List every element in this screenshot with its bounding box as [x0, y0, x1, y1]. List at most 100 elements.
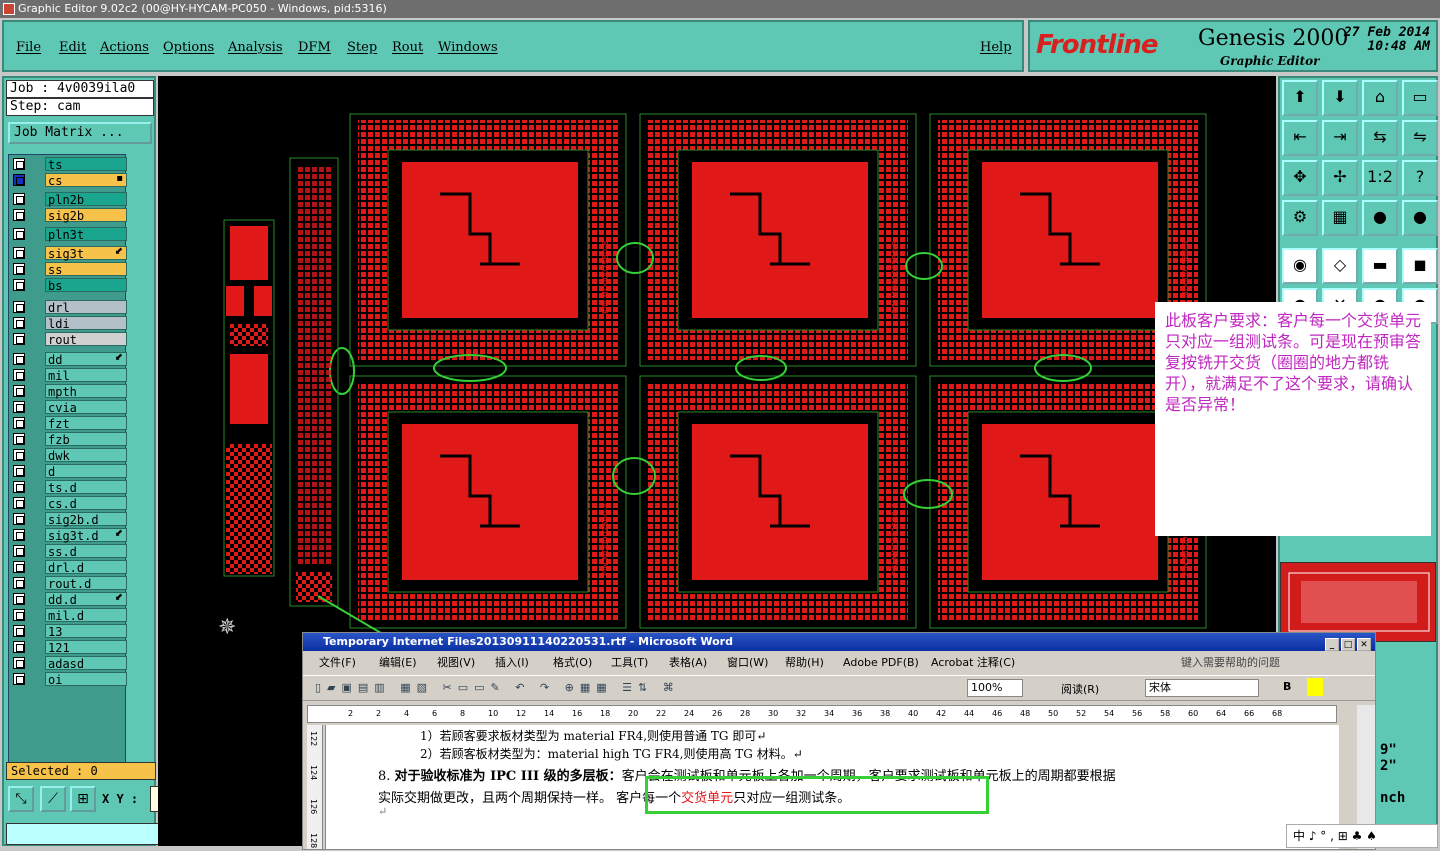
menu-step[interactable]: Step: [347, 40, 377, 55]
read-button[interactable]: 阅读(R): [1061, 681, 1099, 697]
left-icon[interactable]: ⇤: [1282, 120, 1318, 156]
word-menu-view[interactable]: 视图(V): [437, 653, 475, 673]
menu-edit[interactable]: Edit: [59, 40, 86, 55]
fit-icon[interactable]: ✥: [1282, 160, 1318, 196]
layer-name[interactable]: ldi: [45, 316, 127, 331]
layer-checkbox[interactable]: [13, 641, 25, 653]
menu-help[interactable]: Help: [980, 40, 1012, 55]
flip-icon[interactable]: ⇋: [1402, 120, 1438, 156]
close-button[interactable]: ✕: [1357, 638, 1371, 651]
menu-file[interactable]: File: [16, 40, 41, 55]
layer-name[interactable]: pln2b: [45, 192, 127, 207]
home-icon[interactable]: ⌂: [1362, 80, 1398, 116]
layer-name[interactable]: fzb: [45, 432, 127, 447]
layer-name[interactable]: ts.d: [45, 480, 127, 495]
layer-checkbox[interactable]: [13, 385, 25, 397]
word-menu-file[interactable]: 文件(F): [319, 653, 356, 673]
layer-name[interactable]: mil: [45, 368, 127, 383]
ruler-icon[interactable]: ▬: [1362, 248, 1398, 284]
settings-icon[interactable]: ⚙: [1282, 200, 1318, 236]
layer-name[interactable]: pln3t: [45, 227, 127, 242]
word-menu-window[interactable]: 窗口(W): [727, 653, 768, 673]
layer-checkbox[interactable]: [13, 593, 25, 605]
layer-checkbox[interactable]: [13, 228, 25, 240]
layer-row[interactable]: ldi: [11, 316, 127, 331]
layer-checkbox[interactable]: [13, 561, 25, 573]
layer-checkbox[interactable]: [13, 369, 25, 381]
job-matrix-button[interactable]: Job Matrix ...: [8, 122, 152, 144]
highlight-icon[interactable]: [1307, 678, 1323, 696]
open-up-icon[interactable]: ⬆: [1282, 80, 1318, 116]
layer-row[interactable]: ss: [11, 262, 127, 277]
layer-row[interactable]: fzt: [11, 416, 127, 431]
layer-name[interactable]: cs.d: [45, 496, 127, 511]
layer-row[interactable]: sig2b: [11, 208, 127, 223]
toolbar-icons[interactable]: ▯▰▣▤▥ ▦▧ ✂▭▭✎ ↶ ↷ ⊕▦▦ ☰⇅ ⌘: [315, 681, 680, 694]
layer-row[interactable]: sig3t.d ⬋: [11, 528, 127, 543]
layer-checkbox[interactable]: [13, 158, 25, 170]
layer-checkbox[interactable]: [13, 465, 25, 477]
fragment-3[interactable]: nch: [1380, 790, 1405, 806]
layer-name[interactable]: sig2b.d: [45, 512, 127, 527]
word-menu-edit[interactable]: 编辑(E): [379, 653, 417, 673]
layer-row[interactable]: mil.d: [11, 608, 127, 623]
layer-row[interactable]: 121: [11, 640, 127, 655]
layer-row[interactable]: 13: [11, 624, 127, 639]
layer-checkbox[interactable]: [13, 625, 25, 637]
layer-name[interactable]: cvia: [45, 400, 127, 415]
layer-row[interactable]: sig2b.d: [11, 512, 127, 527]
layer-name[interactable]: rout.d: [45, 576, 127, 591]
layer-name[interactable]: drl.d: [45, 560, 127, 575]
layer-row[interactable]: pln2b: [11, 192, 127, 207]
measure-icon[interactable]: ⟋: [40, 786, 66, 812]
layer-row[interactable]: ss.d: [11, 544, 127, 559]
layer-checkbox[interactable]: [13, 481, 25, 493]
layer-checkbox[interactable]: [13, 209, 25, 221]
layer-name[interactable]: cs: [45, 173, 127, 188]
maximize-button[interactable]: □: [1341, 638, 1355, 651]
layer-name[interactable]: drl: [45, 300, 127, 315]
layer-row[interactable]: sig3t ⬋: [11, 246, 127, 261]
layer-checkbox[interactable]: [13, 317, 25, 329]
layer-row[interactable]: mil: [11, 368, 127, 383]
minimize-button[interactable]: _: [1325, 638, 1339, 651]
layer-blue-icon[interactable]: ●: [1402, 200, 1438, 236]
layer-row[interactable]: ts: [11, 157, 127, 172]
layer-checkbox[interactable]: [13, 333, 25, 345]
word-menu-format[interactable]: 格式(O): [553, 653, 592, 673]
scale-icon[interactable]: 1:2: [1362, 160, 1398, 196]
layer-name[interactable]: 13: [45, 624, 127, 639]
word-menu-acrobat[interactable]: Acrobat 注释(C): [931, 653, 1015, 673]
shape-icon[interactable]: ◇: [1322, 248, 1358, 284]
ime-toolbar[interactable]: 中 ♪ ° , ⊞ ♣ ♠: [1286, 824, 1438, 848]
layer-checkbox[interactable]: [13, 247, 25, 259]
layer-row[interactable]: bs: [11, 278, 127, 293]
layer-checkbox[interactable]: [13, 417, 25, 429]
layer-name[interactable]: ts: [45, 157, 127, 172]
word-menu-table[interactable]: 表格(A): [669, 653, 707, 673]
pcb-unit[interactable]: P/N MD00025B0-8: [349, 113, 627, 367]
layer-checkbox[interactable]: [13, 193, 25, 205]
menu-windows[interactable]: Windows: [438, 40, 498, 55]
menu-analysis[interactable]: Analysis: [228, 40, 283, 55]
menu-options[interactable]: Options: [163, 40, 214, 55]
layer-name[interactable]: ss: [45, 262, 127, 277]
menu-actions[interactable]: Actions: [100, 40, 149, 55]
layer-row[interactable]: dwk: [11, 448, 127, 463]
layer-row[interactable]: d: [11, 464, 127, 479]
layer-row[interactable]: rout: [11, 332, 127, 347]
menu-dfm[interactable]: DFM: [298, 40, 331, 55]
layer-row[interactable]: cvia: [11, 400, 127, 415]
layer-row[interactable]: rout.d: [11, 576, 127, 591]
layer-checkbox[interactable]: [13, 263, 25, 275]
layer-checkbox[interactable]: [13, 529, 25, 541]
snap-icon[interactable]: ◉: [1282, 248, 1318, 284]
help-icon[interactable]: ?: [1402, 160, 1438, 196]
layer-checkbox[interactable]: [13, 609, 25, 621]
layer-checkbox[interactable]: [13, 673, 25, 685]
font-select[interactable]: 宋体: [1145, 679, 1259, 697]
swap-icon[interactable]: ⇆: [1362, 120, 1398, 156]
window-icon[interactable]: ▭: [1402, 80, 1438, 116]
layer-checkbox[interactable]: [13, 497, 25, 509]
layer-row[interactable]: drl: [11, 300, 127, 315]
